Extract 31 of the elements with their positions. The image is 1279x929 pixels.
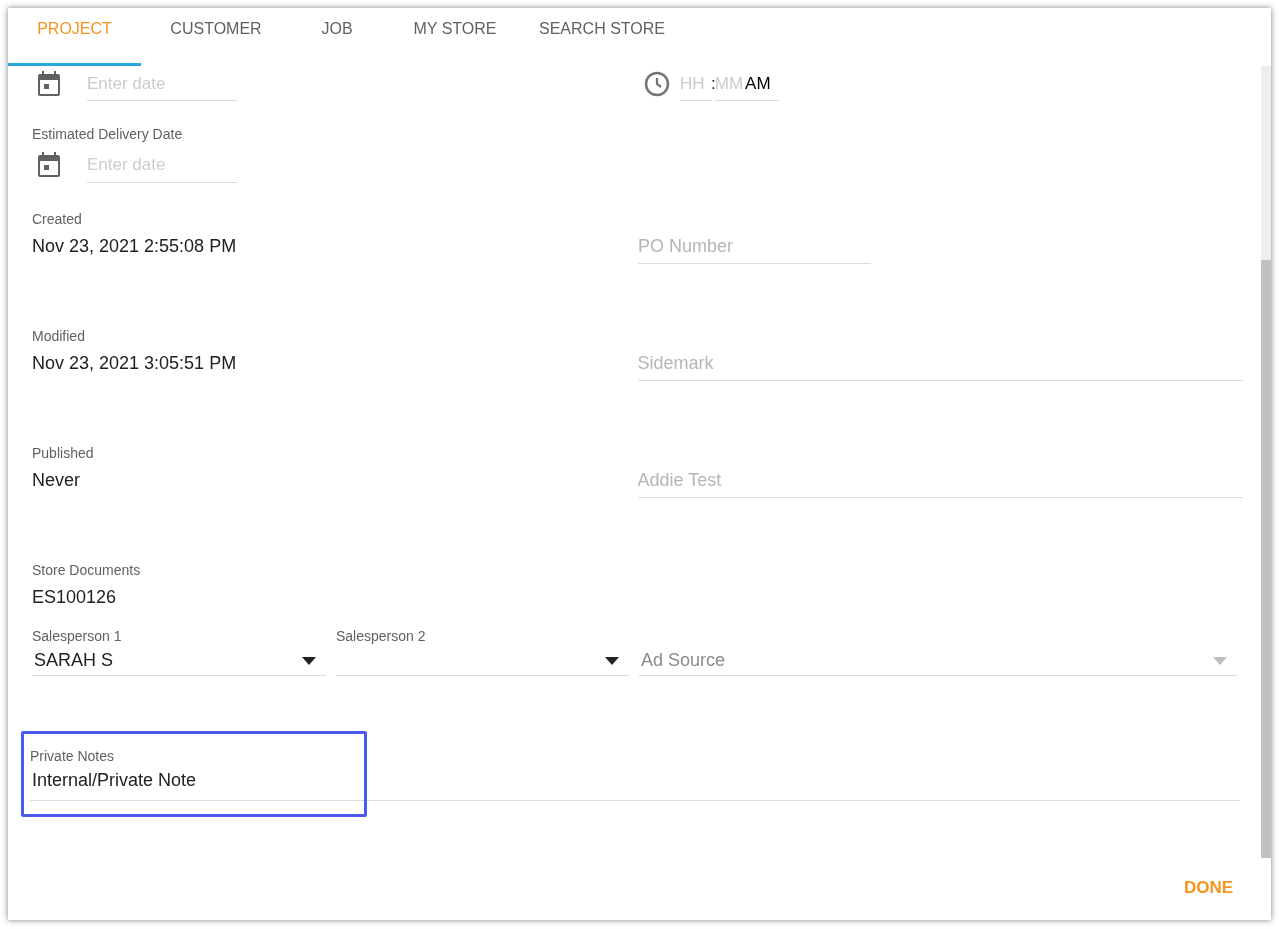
field-value: ES100126	[32, 586, 118, 609]
field-value: Never	[32, 469, 81, 492]
dropdown[interactable]: SARAH S	[32, 646, 326, 676]
time-separator: :	[711, 73, 716, 96]
tab[interactable]: MY STORE	[383, 8, 527, 66]
calendar-icon	[37, 152, 61, 178]
text-field[interactable]: Addie Test	[637, 463, 1243, 498]
text-field[interactable]: PO Number	[638, 229, 871, 264]
scrollbar[interactable]	[1261, 66, 1271, 858]
field-value: Nov 23, 2021 2:55:08 PM	[32, 235, 238, 258]
caret-icon	[605, 656, 619, 665]
scrollbar-thumb[interactable]	[1261, 260, 1271, 858]
caret-icon	[1213, 656, 1227, 665]
notes-field[interactable]: Private Notes Internal/Private Note	[30, 732, 1240, 801]
text-field[interactable]: Sidemark	[637, 346, 1243, 381]
tab[interactable]: CUSTOMER	[141, 8, 291, 66]
field-label: Salesperson 1	[32, 627, 123, 646]
field-value: Nov 23, 2021 3:05:51 PM	[32, 352, 238, 375]
caret-icon	[302, 656, 316, 665]
field-label: Store Documents	[32, 561, 142, 580]
field-label: Private Notes	[30, 747, 116, 766]
field-value: Internal/Private Note	[31, 769, 198, 792]
field-label: Published	[32, 444, 95, 463]
clock-icon	[644, 71, 670, 97]
field-label: Modified	[32, 327, 86, 346]
field-label: Salesperson 2	[336, 627, 427, 646]
calendar-icon	[37, 71, 61, 97]
tab[interactable]: JOB	[291, 8, 383, 66]
tab[interactable]: SEARCH STORE	[527, 8, 677, 66]
field-label: Estimated Delivery Date	[32, 125, 184, 144]
field-label: Created	[32, 210, 83, 229]
